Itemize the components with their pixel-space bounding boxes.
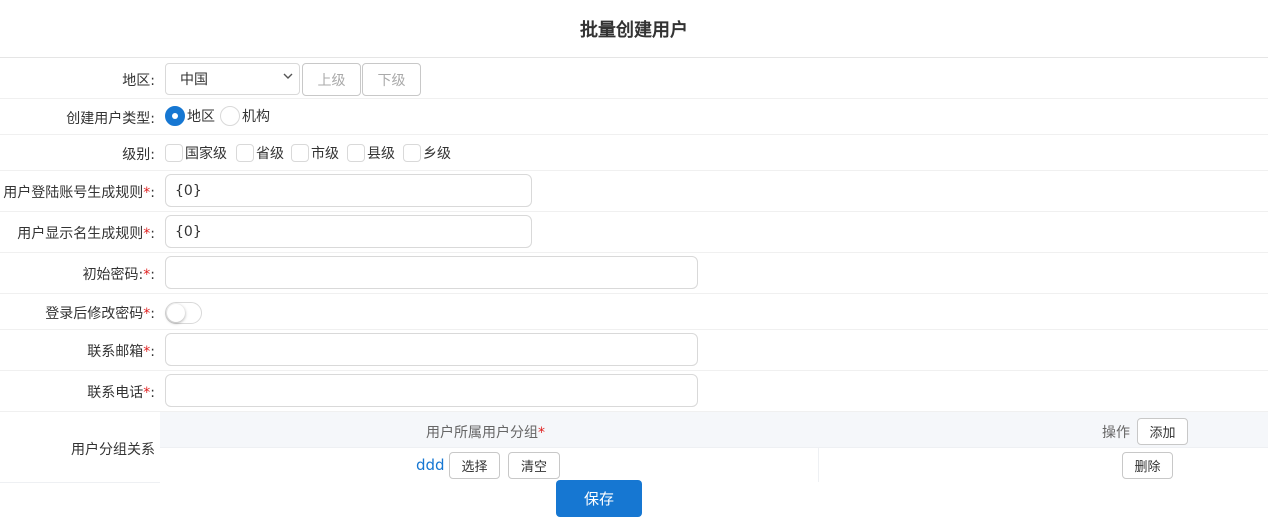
phone-label: 联系电话*: [87,385,155,401]
level-label: 级别: [122,147,155,163]
select-group-button[interactable]: 选择 [449,452,500,479]
user-type-option-region[interactable]: 地区 [165,106,215,126]
group-column-header: 用户所属用户分组* [426,425,545,441]
change-password-label: 登录后修改密码*: [45,306,155,322]
user-type-option-label: 机构 [242,109,270,125]
init-password-label: 初始密码:*: [82,267,155,283]
level-option-label: 国家级 [185,146,227,162]
level-option-province[interactable]: 省级 [236,143,284,163]
checkbox-icon [291,144,309,162]
checkbox-icon [165,144,183,162]
level-option-county[interactable]: 县级 [347,143,395,163]
delete-group-button[interactable]: 删除 [1122,452,1173,479]
action-column-header: 操作 [1102,425,1130,441]
region-select[interactable]: 中国 [165,63,300,95]
level-option-city[interactable]: 市级 [291,143,339,163]
login-rule-row: 用户登陆账号生成规则*: {0} [0,171,1268,212]
user-type-label: 创建用户类型: [66,111,155,127]
email-input[interactable] [165,333,698,366]
column-divider [818,448,819,482]
phone-row: 联系电话*: [0,371,1268,412]
level-row: 级别: 国家级 省级 市级 县级 乡级 [0,135,1268,171]
level-option-label: 县级 [367,146,395,162]
down-level-button[interactable]: 下级 [362,63,421,96]
checkbox-icon [403,144,421,162]
phone-input[interactable] [165,374,698,407]
change-password-row: 登录后修改密码*: [0,294,1268,330]
email-row: 联系邮箱*: [0,330,1268,371]
level-option-label: 省级 [256,146,284,162]
user-type-option-label: 地区 [187,109,215,125]
display-rule-row: 用户显示名生成规则*: {0} [0,212,1268,253]
group-row: 用户分组关系 用户所属用户分组* 操作 添加 ddd 选择 清空 删除 [0,412,1268,483]
group-table-row: ddd 选择 清空 删除 [160,447,1268,483]
user-type-row: 创建用户类型: 地区 机构 [0,99,1268,135]
checkbox-icon [236,144,254,162]
init-password-row: 初始密码:*: [0,253,1268,294]
user-type-option-org[interactable]: 机构 [220,106,270,126]
region-select-value: 中国 [180,72,208,88]
clear-group-button[interactable]: 清空 [508,452,560,479]
up-level-button[interactable]: 上级 [302,63,361,96]
level-option-national[interactable]: 国家级 [165,143,227,163]
group-table-header: 用户所属用户分组* 操作 添加 [160,412,1268,447]
email-label: 联系邮箱*: [87,344,155,360]
login-rule-label: 用户登陆账号生成规则*: [3,185,155,201]
region-row: 地区: 中国 上级 下级 [0,58,1268,99]
level-option-label: 市级 [311,146,339,162]
add-group-button[interactable]: 添加 [1137,418,1188,445]
chevron-down-icon [283,73,293,79]
group-name-link[interactable]: ddd [416,456,445,474]
radio-selected-icon [165,106,185,126]
page-title: 批量创建用户 [580,19,688,41]
save-button[interactable]: 保存 [556,480,642,517]
group-label: 用户分组关系 [71,442,155,458]
toggle-knob [167,304,185,322]
radio-unselected-icon [220,106,240,126]
level-option-town[interactable]: 乡级 [403,143,451,163]
display-rule-input[interactable]: {0} [165,215,532,248]
init-password-input[interactable] [165,256,698,289]
level-option-label: 乡级 [423,146,451,162]
display-rule-label: 用户显示名生成规则*: [17,226,155,242]
checkbox-icon [347,144,365,162]
page-header: 批量创建用户 [0,0,1268,58]
change-password-toggle[interactable] [165,302,202,324]
region-label: 地区: [122,73,155,89]
login-rule-input[interactable]: {0} [165,174,532,207]
